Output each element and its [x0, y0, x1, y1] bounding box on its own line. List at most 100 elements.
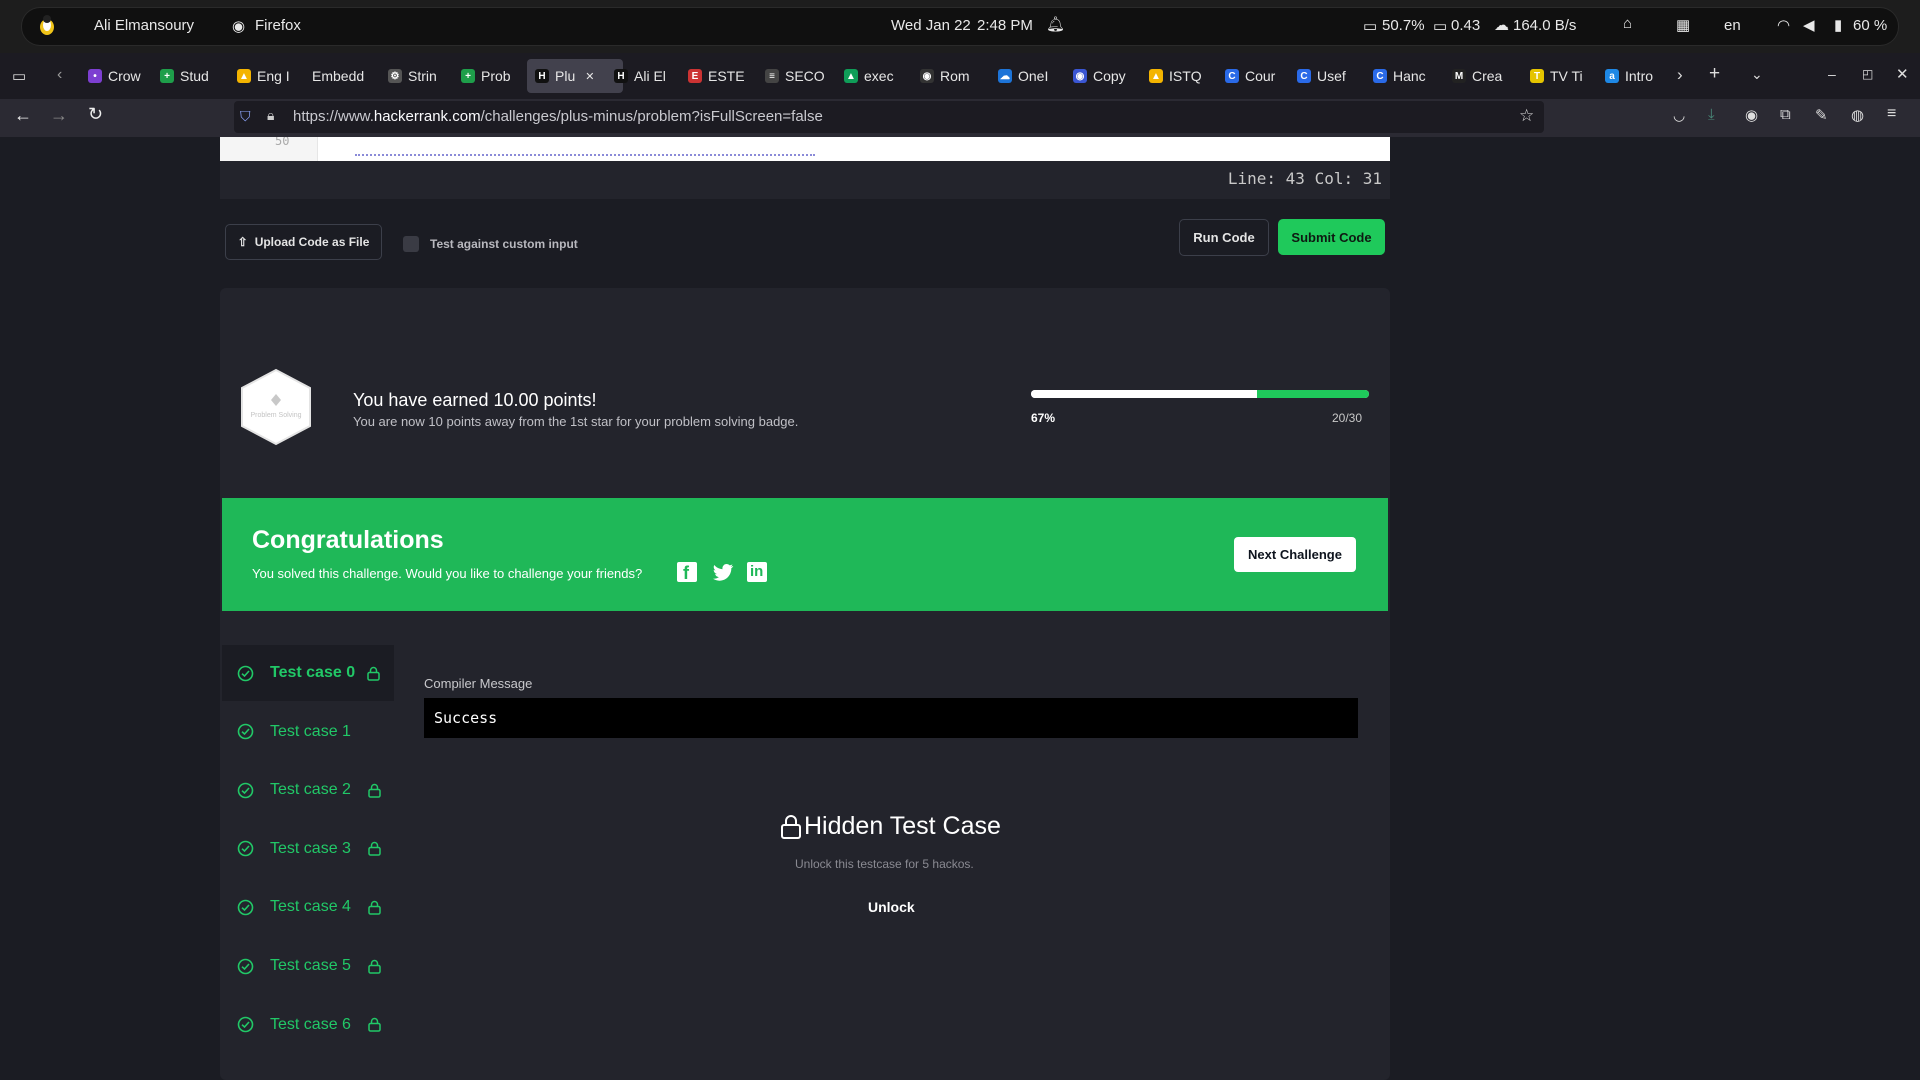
unlock-button[interactable]: Unlock [868, 899, 915, 915]
hidden-lock-icon [780, 814, 802, 840]
tabs-scroll-left-icon[interactable]: ‹ [57, 66, 62, 84]
battery-icon[interactable]: ▮ [1834, 16, 1842, 34]
tab-cour[interactable]: C Cour [1225, 59, 1283, 93]
test-case-tab[interactable]: Test case 5 [222, 938, 394, 994]
extension-feather-icon[interactable]: ✎ [1815, 106, 1828, 124]
user-name[interactable]: Ali Elmansoury [94, 17, 194, 34]
tab-eng-i[interactable]: ▲ Eng I [237, 59, 293, 93]
check-circle-icon [237, 665, 254, 681]
url-text[interactable]: https://www.hackerrank.com/challenges/pl… [293, 108, 823, 125]
time-label[interactable]: 2:48 PM [977, 17, 1033, 34]
tab-favicon-icon: ◉ [1073, 69, 1087, 83]
tab-intro[interactable]: a Intro [1605, 59, 1665, 93]
date-label[interactable]: Wed Jan 22 [891, 17, 971, 34]
submit-code-button[interactable]: Submit Code [1278, 219, 1385, 255]
tab-onei[interactable]: ☁ OneI [998, 59, 1056, 93]
pocket-icon[interactable]: ◡ [1673, 107, 1685, 124]
tracking-shield-icon[interactable]: ⛉ [240, 108, 251, 125]
tab-stud[interactable]: + Stud [160, 59, 218, 93]
cpu-usage: 50.7% [1382, 17, 1425, 34]
hidden-test-case-title: Hidden Test Case [804, 812, 1001, 840]
tabs-scroll-right-icon[interactable]: › [1677, 65, 1683, 85]
tab-label: Stud [180, 68, 209, 84]
tab-este[interactable]: E ESTE [688, 59, 746, 93]
tab-favicon-icon: H [614, 69, 628, 83]
hidden-test-case-text: Unlock this testcase for 5 hackos. [795, 857, 974, 871]
account-icon[interactable]: ◉ [1745, 106, 1758, 124]
points-earned-subtitle: You are now 10 points away from the 1st … [353, 414, 799, 429]
submit-code-label: Submit Code [1291, 229, 1372, 245]
badge-progress-next-segment [1257, 390, 1369, 398]
globe-icon[interactable]: ◍ [1851, 106, 1864, 124]
test-case-tab[interactable]: Test case 1 [222, 704, 394, 760]
tab-seco[interactable]: ≡ SECO [765, 59, 827, 93]
facebook-icon[interactable]: f [677, 562, 697, 583]
tab-crow[interactable]: • Crow [88, 59, 144, 93]
bookmark-star-icon[interactable]: ☆ [1519, 106, 1534, 126]
minimize-window-icon[interactable]: – [1828, 66, 1836, 82]
tab-tv-ti[interactable]: T TV Ti [1530, 59, 1588, 93]
active-app-name[interactable]: Firefox [255, 17, 301, 34]
restore-window-icon[interactable]: ◰ [1862, 67, 1873, 81]
code-editor[interactable]: 50 [220, 137, 1390, 161]
test-case-tab[interactable]: Test case 3 [222, 821, 394, 877]
check-circle-icon [237, 782, 254, 798]
tab-rom[interactable]: ◉ Rom [920, 59, 980, 93]
language-indicator[interactable]: en [1724, 17, 1741, 34]
lock-icon [368, 783, 381, 798]
lock-icon [368, 1017, 381, 1032]
tab-ali-el[interactable]: H Ali El [614, 59, 674, 93]
new-tab-icon[interactable]: + [1709, 63, 1720, 85]
downloads-icon[interactable]: ⤓ [1708, 106, 1715, 123]
tab-label: Crea [1472, 68, 1503, 84]
tab-plu[interactable]: H Plu ✕ [527, 59, 623, 93]
tab-hanc[interactable]: C Hanc [1373, 59, 1435, 93]
twitter-icon[interactable] [712, 561, 734, 583]
tab-strin[interactable]: ⚙ Strin [388, 59, 444, 93]
next-challenge-button[interactable]: Next Challenge [1234, 537, 1356, 572]
tab-label: Copy [1093, 68, 1126, 84]
wifi-icon[interactable]: ◠ [1777, 16, 1790, 34]
tab-favicon-icon: ◉ [920, 69, 934, 83]
lock-icon [368, 900, 381, 915]
forward-arrow-icon[interactable]: → [50, 105, 68, 126]
tab-favicon-icon: a [1605, 69, 1619, 83]
upload-code-button[interactable]: ⇧ Upload Code as File [225, 224, 382, 260]
test-case-tab[interactable]: Test case 4 [222, 879, 394, 935]
tab-exec[interactable]: ▲ exec [844, 59, 902, 93]
tab-prob[interactable]: + Prob [461, 59, 517, 93]
tab-overview-icon[interactable]: ▭ [12, 67, 26, 85]
tab-copy[interactable]: ◉ Copy [1073, 59, 1133, 93]
check-circle-icon [237, 899, 254, 916]
extensions-icon[interactable]: ⧉ [1780, 106, 1791, 123]
test-case-tab[interactable]: Test case 2 [222, 762, 394, 818]
close-window-icon[interactable]: ✕ [1896, 65, 1909, 83]
tab-favicon-icon: E [688, 69, 702, 83]
tab-crea[interactable]: M Crea [1452, 59, 1512, 93]
list-tabs-chevron-icon[interactable]: ⌄ [1751, 66, 1763, 83]
test-case-tab[interactable]: Test case 0 [222, 645, 394, 701]
linux-penguin-icon[interactable] [36, 14, 58, 36]
linkedin-icon[interactable]: in [747, 562, 767, 582]
hamburger-menu-icon[interactable]: ≡ [1887, 105, 1896, 123]
problem-solving-badge: Problem Solving [240, 368, 312, 446]
close-tab-icon[interactable]: ✕ [585, 70, 594, 83]
run-code-button[interactable]: Run Code [1179, 219, 1269, 256]
tab-favicon-icon: M [1452, 69, 1466, 83]
reload-icon[interactable]: ↻ [88, 104, 103, 125]
custom-input-checkbox[interactable] [403, 236, 419, 252]
bell-icon[interactable]: 🔔︎ [1046, 15, 1065, 33]
lock-icon[interactable]: 🔒︎ [267, 107, 274, 124]
tab-favicon-icon: C [1225, 69, 1239, 83]
keyboard-icon[interactable]: ▦ [1676, 16, 1690, 34]
progress-score: 20/30 [1332, 411, 1363, 425]
tab-favicon-icon: ▲ [237, 69, 251, 83]
badge-label: Problem Solving [250, 412, 302, 419]
tab-istq[interactable]: ▲ ISTQ [1149, 59, 1209, 93]
back-arrow-icon[interactable]: ← [14, 105, 32, 126]
home-icon[interactable]: ⌂ [1623, 15, 1632, 32]
tab-usef[interactable]: C Usef [1297, 59, 1357, 93]
volume-icon[interactable]: ◀ [1803, 16, 1815, 34]
test-case-tab[interactable]: Test case 6 [222, 997, 394, 1053]
tab-embedd[interactable]: Embedd [312, 59, 372, 93]
